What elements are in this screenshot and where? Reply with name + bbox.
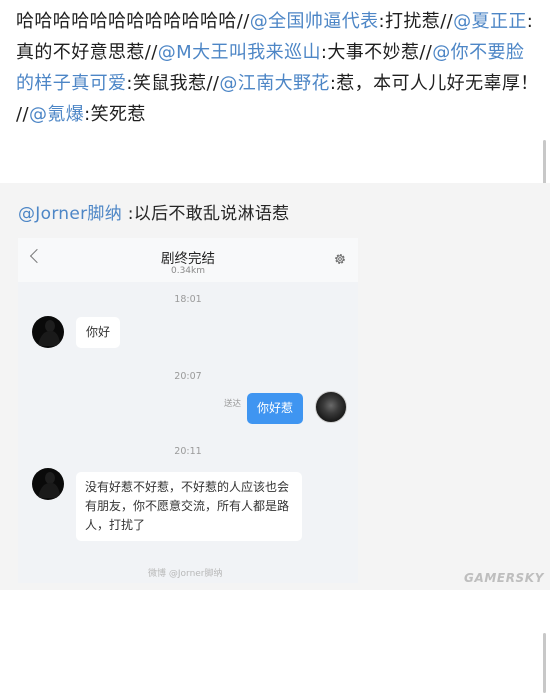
chat-watermark: 微博 @Jorner脚纳 bbox=[148, 569, 223, 579]
avatar-left[interactable] bbox=[32, 468, 64, 500]
scrollbar-lower[interactable] bbox=[543, 633, 546, 693]
chat-timestamp: 20:11 bbox=[174, 446, 202, 457]
repost-text: 哈哈哈哈哈哈哈哈哈哈哈哈//@全国帅逼代表:打扰惹//@夏正正: 真的不好意思惹… bbox=[16, 6, 540, 130]
avatar-figure-icon bbox=[38, 320, 60, 346]
comment-text: :以后不敢乱说淋语惹 bbox=[122, 204, 290, 224]
repost-segment: :笑鼠我惹// bbox=[126, 73, 220, 94]
gear-icon[interactable] bbox=[333, 252, 347, 266]
chat-title: 剧终完结 bbox=[161, 251, 215, 267]
chat-bubble-sent: 你好惹 bbox=[247, 393, 304, 424]
mention-link[interactable]: @氪爆 bbox=[29, 104, 84, 125]
repost-segment: :打扰惹// bbox=[378, 11, 454, 32]
chat-bubble-received: 你好 bbox=[76, 317, 121, 348]
repost-segment: :大事不妙惹// bbox=[320, 42, 433, 63]
avatar-left[interactable] bbox=[32, 316, 64, 348]
mention-link[interactable]: @江南大野花 bbox=[219, 73, 329, 94]
comment-line: @Jorner脚纳 :以后不敢乱说淋语惹 bbox=[18, 199, 289, 224]
chat-distance: 0.34km bbox=[170, 266, 206, 276]
chat-timestamp: 20:07 bbox=[174, 371, 202, 382]
repost-chain: 哈哈哈哈哈哈哈哈哈哈哈哈//@全国帅逼代表:打扰惹//@夏正正: 真的不好意思惹… bbox=[0, 0, 550, 200]
repost-segment: 哈哈哈哈哈哈哈哈哈哈哈哈// bbox=[16, 11, 250, 32]
chat-timestamp: 18:01 bbox=[174, 294, 202, 305]
comment-author-link[interactable]: @Jorner脚纳 bbox=[18, 204, 122, 224]
avatar-figure-icon bbox=[38, 472, 60, 498]
mention-link[interactable]: @全国帅逼代表 bbox=[250, 11, 379, 32]
chat-header: 剧终完结 0.34km bbox=[18, 238, 358, 282]
chat-bubble-received: 没有好惹不好惹，不好惹的人应该也会有朋友，你不愿意交流，所有人都是路人，打扰了 bbox=[76, 472, 302, 541]
avatar-right[interactable] bbox=[315, 391, 347, 423]
repost-segment: :笑死惹 bbox=[84, 104, 146, 125]
mention-link[interactable]: @M大王叫我来巡山 bbox=[158, 42, 321, 63]
delivered-status: 送达 bbox=[224, 399, 242, 409]
site-watermark: GAMERSKY bbox=[464, 571, 544, 585]
mention-link[interactable]: @夏正正 bbox=[453, 11, 527, 32]
chat-screenshot: 剧终完结 0.34km 18:01 你好 20:07 送达 你好惹 20:11 … bbox=[18, 238, 358, 583]
